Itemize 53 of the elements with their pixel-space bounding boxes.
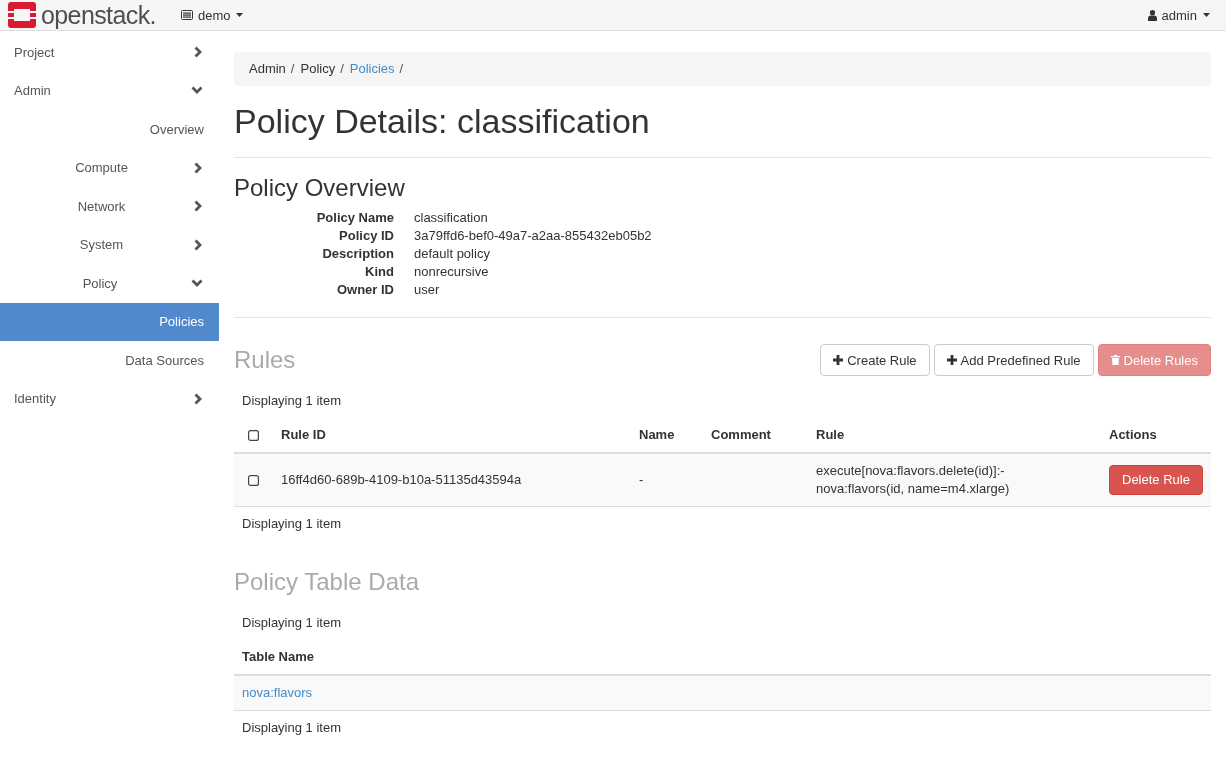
field-label: Description [321, 245, 394, 263]
sidebar-item[interactable]: Policies [0, 302, 219, 341]
field-value: nonrecursive [414, 263, 490, 281]
add-button[interactable]: Create Rule [820, 344, 930, 376]
breadcrumb-separator: / [398, 60, 405, 78]
sidebar-item[interactable]: Identity [0, 379, 219, 418]
breadcrumb-item: Admin [249, 60, 286, 78]
trash-icon [1110, 355, 1120, 365]
item-count: Displaying 1 item [241, 614, 342, 632]
breadcrumb-separator: / [339, 60, 345, 78]
section-title: Rules [234, 347, 296, 373]
item-count: Displaying 1 item [241, 515, 342, 533]
field-value: 3a79ffd6-bef0-49a7-a2aa-855432eb05b2 [414, 227, 652, 245]
checkbox[interactable] [248, 430, 259, 442]
delete-button[interactable]: Delete Rule [1109, 465, 1203, 495]
section-title: Policy Overview [234, 175, 406, 201]
field-value: default policy [414, 245, 491, 263]
checkbox[interactable] [248, 475, 259, 487]
sidebar-item[interactable]: Project [0, 33, 219, 72]
plus-icon [833, 355, 844, 365]
sidebar-item[interactable]: Data Sources [0, 341, 219, 380]
item-count: Displaying 1 item [241, 719, 342, 737]
field-value: classification [414, 209, 489, 227]
section-title: Policy Table Data [234, 569, 420, 595]
sidebar-item[interactable]: Overview [0, 110, 219, 149]
sidebar-item[interactable]: Compute [0, 148, 219, 187]
user-menu[interactable]: admin [1147, 7, 1210, 23]
sidebar-item[interactable]: System [0, 225, 219, 264]
list-icon [180, 10, 193, 20]
table-cell: 16ff4d60-689b-4109-b10a-51135d43594a [273, 453, 631, 507]
logo-icon [8, 2, 36, 28]
field-label: Policy Name [315, 209, 394, 227]
field-label: Kind [364, 263, 394, 281]
caret-icon [1203, 13, 1210, 17]
table-cell: - [631, 453, 703, 507]
project-menu[interactable]: demo [180, 7, 244, 23]
field-value: user [414, 281, 441, 299]
sidebar-item[interactable]: Network [0, 187, 219, 226]
page-title: Policy Details: classification [234, 103, 651, 140]
field-label: Policy ID [338, 227, 394, 245]
item-count: Displaying 1 item [241, 392, 342, 410]
add-button[interactable]: Add Predefined Rule [933, 344, 1094, 376]
breadcrumb-separator: / [289, 60, 296, 78]
brand-logo-text: openstack. [41, 2, 156, 28]
user-icon [1147, 9, 1157, 21]
breadcrumb-item: Policy [300, 60, 336, 78]
table-cell: execute[nova:flavors.delete(id)]:- nova:flavors(id, name=m4.xlarge) [808, 453, 1101, 507]
field-label: Owner ID [335, 281, 394, 299]
table-link[interactable]: nova:flavors [242, 685, 313, 700]
sidebar-item[interactable]: Admin [0, 71, 219, 110]
sidebar-item[interactable]: Policy [0, 264, 219, 303]
caret-icon [236, 13, 244, 17]
plus-icon [946, 355, 957, 365]
